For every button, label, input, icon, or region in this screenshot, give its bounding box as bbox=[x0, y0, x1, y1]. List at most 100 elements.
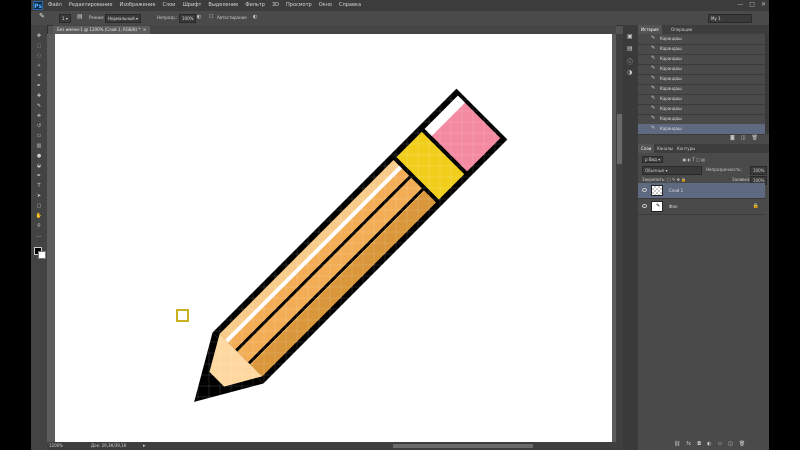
mode-select[interactable]: Нормальный ▾ bbox=[105, 14, 142, 23]
minimize-button[interactable]: — bbox=[737, 1, 743, 8]
pen-tool-icon[interactable]: ✒ bbox=[35, 173, 43, 179]
tab-layers[interactable]: Слои bbox=[638, 144, 655, 153]
layer-row[interactable]: ✎ Фон 🔒 bbox=[638, 199, 765, 215]
layer-style-icon[interactable]: fx bbox=[686, 441, 691, 447]
pencil-tool-icon[interactable]: ✎ bbox=[39, 13, 45, 20]
brush-size-picker[interactable]: 1 ▾ bbox=[59, 14, 71, 23]
delete-layer-icon[interactable]: 🗑 bbox=[739, 441, 745, 447]
tab-actions[interactable]: Операции bbox=[668, 25, 695, 34]
layer-row[interactable]: Слой 1 bbox=[638, 183, 765, 199]
history-tabs: История Операции bbox=[638, 25, 769, 34]
history-bottom-buttons: ◙ ◫ 🗑 bbox=[730, 135, 758, 141]
menu-item[interactable]: Редактирование bbox=[69, 2, 113, 8]
clone-stamp-tool-icon[interactable]: ⎈ bbox=[35, 113, 43, 119]
menu-item[interactable]: 3D bbox=[272, 2, 279, 8]
close-button[interactable]: ✕ bbox=[761, 1, 766, 8]
history-panel-icon[interactable]: ▣ bbox=[627, 33, 633, 40]
fill-label: Заливка: bbox=[732, 177, 751, 182]
healing-tool-icon[interactable]: ✚ bbox=[35, 93, 43, 99]
quick-select-tool-icon[interactable]: ✧ bbox=[35, 63, 43, 69]
marquee-tool-icon[interactable]: ⬚ bbox=[35, 43, 43, 49]
add-mask-icon[interactable]: ◘ bbox=[697, 441, 701, 447]
menu-item[interactable]: Выделение bbox=[208, 2, 238, 8]
history-item-label: Карандаш bbox=[660, 46, 682, 51]
document-tab[interactable]: Без имени-1 @ 1200% (Слой 1, RGB/8) * × bbox=[53, 26, 151, 34]
blur-tool-icon[interactable]: ● bbox=[35, 153, 43, 159]
layer-filter-row: ρ Вид ▾ ▣ ◐ T ▢ ▤ bbox=[642, 156, 705, 163]
pencil-tool-icon[interactable]: ✎ bbox=[35, 103, 43, 109]
history-brush-tool-icon[interactable]: ↺ bbox=[35, 123, 43, 129]
kind-filter-select[interactable]: ρ Вид ▾ bbox=[642, 156, 664, 163]
new-layer-icon[interactable]: ◫ bbox=[728, 441, 733, 447]
shape-tool-icon[interactable]: ▢ bbox=[35, 203, 43, 209]
history-item-label: Карандаш bbox=[660, 116, 682, 121]
filter-icons[interactable]: ▣ ◐ T ▢ ▤ bbox=[682, 157, 704, 162]
vertical-scroll-thumb[interactable] bbox=[617, 114, 622, 164]
lock-icons[interactable]: ▢ ✎ ✥ 🔒 bbox=[667, 177, 686, 182]
hand-tool-icon[interactable]: ✋ bbox=[35, 213, 43, 219]
more-tool-icon[interactable]: … bbox=[35, 233, 43, 239]
tools-panel: ✥ ⬚ ◌ ✧ ⌗ ✒ ✚ ✎ ⎈ ↺ ▭ ▥ ● ◒ ✒ T ➤ ▢ ✋ ⚲ … bbox=[31, 25, 48, 450]
menu-item[interactable]: Изображение bbox=[119, 2, 155, 8]
menu-item[interactable]: Окно bbox=[319, 2, 332, 8]
menu-item[interactable]: Слои bbox=[162, 2, 175, 8]
opacity-input[interactable]: 100% bbox=[179, 14, 197, 23]
lasso-tool-icon[interactable]: ◌ bbox=[35, 53, 43, 59]
menu-item[interactable]: Фильтр bbox=[245, 2, 265, 8]
tablet-pressure-icon[interactable]: ◐ bbox=[197, 14, 201, 21]
trash-icon[interactable]: 🗑 bbox=[752, 135, 758, 141]
blend-mode-select[interactable]: Обычные ▾ bbox=[642, 166, 702, 175]
tab-channels[interactable]: Каналы bbox=[654, 144, 676, 153]
menu-item[interactable]: Шрифт bbox=[182, 2, 201, 8]
document-title: Без имени-1 @ 1200% (Слой 1, RGB/8) * bbox=[57, 27, 141, 32]
document-canvas[interactable] bbox=[55, 34, 612, 444]
move-tool-icon[interactable]: ✥ bbox=[35, 33, 43, 39]
type-tool-icon[interactable]: T bbox=[35, 183, 43, 189]
gradient-tool-icon[interactable]: ▥ bbox=[35, 143, 43, 149]
pencil-icon: ✎ bbox=[651, 75, 656, 81]
new-group-icon[interactable]: ▭ bbox=[717, 441, 722, 447]
horizontal-scroll-thumb[interactable] bbox=[393, 444, 533, 448]
visibility-eye-icon[interactable] bbox=[642, 204, 647, 208]
crop-tool-icon[interactable]: ⌗ bbox=[35, 73, 43, 79]
eyedropper-tool-icon[interactable]: ✒ bbox=[35, 83, 43, 89]
maximize-button[interactable]: □ bbox=[749, 1, 755, 8]
close-tab-icon[interactable]: × bbox=[142, 27, 146, 32]
path-select-tool-icon[interactable]: ➤ bbox=[35, 193, 43, 199]
tab-history[interactable]: История bbox=[638, 25, 662, 34]
status-menu-arrow-icon[interactable]: ▸ bbox=[143, 442, 146, 450]
letterbox-left bbox=[0, 0, 31, 450]
link-layers-icon[interactable]: ⛓ bbox=[674, 441, 680, 447]
zoom-tool-icon[interactable]: ⚲ bbox=[35, 223, 43, 229]
menu-bar: Ps Файл Редактирование Изображение Слои Шриф… bbox=[31, 0, 769, 11]
menu-item[interactable]: Просмотр bbox=[286, 2, 312, 8]
zoom-level[interactable]: 1200% bbox=[49, 442, 63, 450]
document-tab-bar: Без имени-1 @ 1200% (Слой 1, RGB/8) * × bbox=[53, 25, 616, 34]
menu-item[interactable]: Справка bbox=[339, 2, 361, 8]
vertical-scrollbar[interactable] bbox=[616, 34, 623, 442]
snapshot-icon[interactable]: ◙ bbox=[730, 135, 735, 141]
menu-item[interactable]: Файл bbox=[48, 2, 62, 8]
eraser-tool-icon[interactable]: ▭ bbox=[35, 133, 43, 139]
layer-name[interactable]: Слой 1 bbox=[669, 188, 683, 193]
layer-opacity-input[interactable]: 100% bbox=[750, 166, 768, 175]
layers-panel-icon[interactable]: ▤ bbox=[627, 45, 633, 52]
brush-panel-icon[interactable]: ▤ bbox=[77, 13, 83, 20]
photoshop-window: Ps Файл Редактирование Изображение Слои Шриф… bbox=[0, 0, 800, 450]
history-item[interactable]: ✎ Карандаш bbox=[638, 124, 765, 135]
new-document-icon[interactable]: ◫ bbox=[741, 135, 746, 141]
pencil-drawing bbox=[194, 88, 508, 402]
background-color-swatch[interactable] bbox=[38, 251, 46, 259]
history-item-label: Карандаш bbox=[660, 56, 682, 61]
adjustment-layer-icon[interactable]: ◐ bbox=[707, 441, 711, 447]
pressure-size-icon[interactable]: ◐ bbox=[253, 14, 257, 21]
layer-name[interactable]: Фон bbox=[669, 204, 678, 209]
photoshop-logo: Ps bbox=[33, 1, 43, 10]
auto-erase-checkbox[interactable]: ☐ bbox=[209, 14, 213, 21]
adjustments-panel-icon[interactable]: ◑ bbox=[627, 69, 632, 76]
workspace-select[interactable]: Мy 1 bbox=[708, 14, 752, 23]
info-panel-icon[interactable]: ⓘ bbox=[627, 57, 633, 66]
dodge-tool-icon[interactable]: ◒ bbox=[35, 163, 43, 169]
tab-paths[interactable]: Контуры bbox=[674, 144, 698, 153]
visibility-eye-icon[interactable] bbox=[642, 188, 647, 192]
